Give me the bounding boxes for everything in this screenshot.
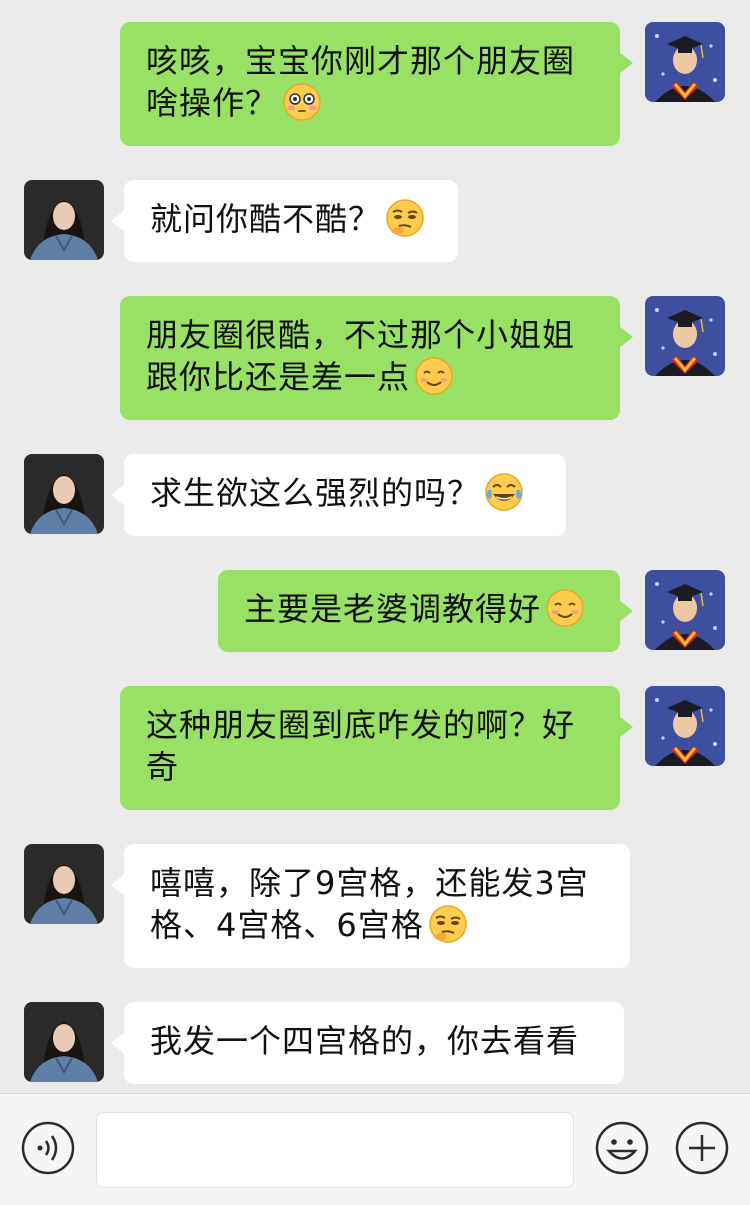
message-text: 朋友圈很酷，不过那个小姐姐跟你比还是差一点 (146, 316, 576, 396)
message-bubble[interactable]: 就问你酷不酷？ (111, 180, 458, 262)
emoji-smile-icon[interactable] (594, 1120, 650, 1176)
plus-icon[interactable] (674, 1120, 730, 1176)
message-bubble[interactable]: 求生欲这么强烈的吗？ (111, 454, 566, 536)
my-avatar[interactable] (645, 296, 725, 376)
tears-of-joy-face-icon (484, 472, 524, 512)
my-avatar[interactable] (645, 686, 725, 766)
message-text: 主要是老婆调教得好 (244, 590, 542, 628)
message-bubble[interactable]: 主要是老婆调教得好 (218, 570, 633, 652)
message-bubble[interactable]: 我发一个四宫格的，你去看看 (111, 1002, 624, 1084)
message-bubble[interactable]: 朋友圈很酷，不过那个小姐姐跟你比还是差一点 (120, 296, 633, 420)
chat-area: 咳咳，宝宝你刚才那个朋友圈啥操作？ 就问你酷不酷？ 朋友圈很酷，不过那个小姐姐跟… (0, 0, 750, 1093)
thinking-face-icon (428, 904, 468, 944)
message-text: 咳咳，宝宝你刚才那个朋友圈啥操作？ (146, 42, 576, 122)
message-text: 嘻嘻，除了9宫格，还能发3宫格、4宫格、6宫格 (150, 864, 589, 944)
message-bubble[interactable]: 咳咳，宝宝你刚才那个朋友圈啥操作？ (120, 22, 633, 146)
message-text: 我发一个四宫格的，你去看看 (150, 1022, 580, 1060)
my-avatar[interactable] (645, 22, 725, 102)
smiling-face-icon (545, 588, 585, 628)
message-text: 就问你酷不酷？ (150, 200, 382, 238)
contact-avatar[interactable] (24, 180, 104, 260)
message-bubble[interactable]: 嘻嘻，除了9宫格，还能发3宫格、4宫格、6宫格 (111, 844, 630, 968)
message-bubble[interactable]: 这种朋友圈到底咋发的啊？好奇 (120, 686, 633, 810)
smiling-face-icon (414, 356, 454, 396)
contact-avatar[interactable] (24, 1002, 104, 1082)
message-text: 这种朋友圈到底咋发的啊？好奇 (146, 706, 576, 786)
input-bar (0, 1093, 750, 1205)
contact-avatar[interactable] (24, 844, 104, 924)
flushed-face-icon (282, 82, 322, 122)
message-text: 求生欲这么强烈的吗？ (150, 474, 481, 512)
my-avatar[interactable] (645, 570, 725, 650)
voice-icon[interactable] (20, 1120, 76, 1176)
message-input[interactable] (96, 1112, 574, 1188)
contact-avatar[interactable] (24, 454, 104, 534)
thinking-face-icon (385, 198, 425, 238)
